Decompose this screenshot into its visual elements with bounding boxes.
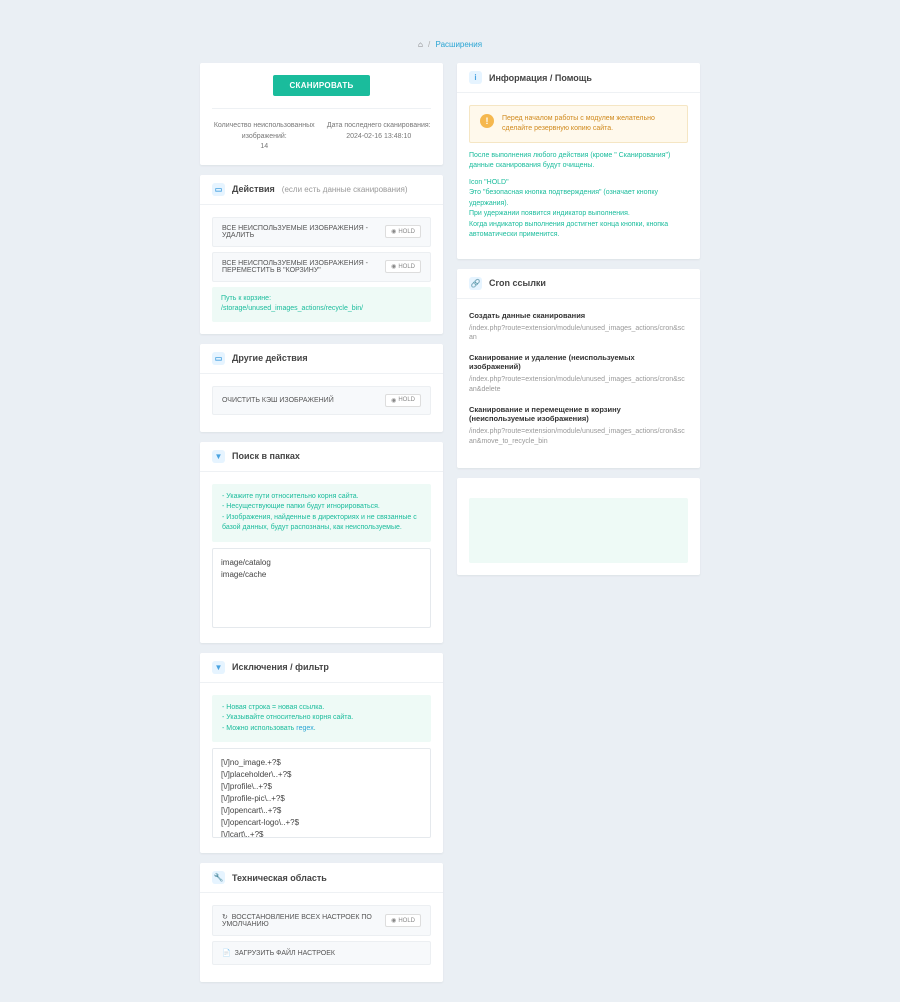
backup-warning: ! Перед началом работы с модулем желател… (469, 105, 688, 143)
cron-scan: Создать данные сканирования /index.php?r… (469, 311, 688, 344)
exclusions-card: ▼Исключения / фильтр Новая строка = нова… (200, 653, 443, 854)
hold-icon[interactable]: ◉ HOLD (385, 914, 421, 927)
info-icon: i (469, 71, 482, 84)
search-folders-card: ▼Поиск в папках Укажите пути относительн… (200, 442, 443, 643)
hold-icon[interactable]: ◉ HOLD (385, 225, 421, 238)
excl-help: Новая строка = новая ссылка.Указывайте о… (212, 695, 431, 743)
action-restore-defaults[interactable]: ↻ ВОССТАНОВЛЕНИЕ ВСЕХ НАСТРОЕК ПО УМОЛЧА… (212, 905, 431, 936)
cron-delete: Сканирование и удаление (неиспользуемых … (469, 353, 688, 395)
info-p2: Icon "HOLD" Это "безопасная кнопка подтв… (469, 178, 688, 241)
other-actions-card: ▭Другие действия ОЧИСТИТЬ КЭШ ИЗОБРАЖЕНИ… (200, 344, 443, 432)
filter-icon: ▼ (212, 661, 225, 674)
search-help: Укажите пути относительно корня сайта.Не… (212, 484, 431, 542)
scan-card: СКАНИРОВАТЬ Количество неиспользованных … (200, 63, 443, 165)
cron-move: Сканирование и перемещение в корзину (не… (469, 405, 688, 447)
stat-count: Количество неиспользованных изображений:… (212, 121, 317, 153)
actions-card: ▭Действия (если есть данные сканирования… (200, 175, 443, 334)
home-icon[interactable]: ⌂ (418, 40, 423, 49)
box-icon: ▭ (212, 183, 225, 196)
filter-icon: ▼ (212, 450, 225, 463)
wrench-icon: 🔧 (212, 871, 225, 884)
scan-button[interactable]: СКАНИРОВАТЬ (273, 75, 369, 96)
recycle-path: Путь к корзине:/storage/unused_images_ac… (212, 287, 431, 322)
cron-card: 🔗Cron ссылки Создать данные сканирования… (457, 269, 700, 469)
info-card: iИнформация / Помощь ! Перед началом раб… (457, 63, 700, 259)
action-delete-all[interactable]: ВСЕ НЕИСПОЛЬЗУЕМЫЕ ИЗОБРАЖЕНИЯ - УДАЛИТЬ… (212, 217, 431, 247)
stat-date: Дата последнего сканирования:2024-02-16 … (327, 121, 432, 153)
breadcrumb-ext[interactable]: Расширения (436, 40, 483, 49)
link-icon: 🔗 (469, 277, 482, 290)
search-folders-input[interactable] (212, 548, 431, 628)
action-move-bin[interactable]: ВСЕ НЕИСПОЛЬЗУЕМЫЕ ИЗОБРАЖЕНИЯ - ПЕРЕМЕС… (212, 252, 431, 282)
warning-icon: ! (480, 114, 494, 128)
breadcrumb: ⌂ / Расширения (200, 40, 700, 49)
empty-block (457, 478, 700, 575)
action-clear-cache[interactable]: ОЧИСТИТЬ КЭШ ИЗОБРАЖЕНИЙ ◉ HOLD (212, 386, 431, 415)
hold-icon[interactable]: ◉ HOLD (385, 394, 421, 407)
action-load-settings[interactable]: 📄 ЗАГРУЗИТЬ ФАЙЛ НАСТРОЕК (212, 941, 431, 965)
exclusions-input[interactable] (212, 748, 431, 838)
tech-card: 🔧Техническая область ↻ ВОССТАНОВЛЕНИЕ ВС… (200, 863, 443, 982)
info-p1: После выполнения любого действия (кроме … (469, 151, 688, 172)
hold-icon[interactable]: ◉ HOLD (385, 260, 421, 273)
box-icon: ▭ (212, 352, 225, 365)
